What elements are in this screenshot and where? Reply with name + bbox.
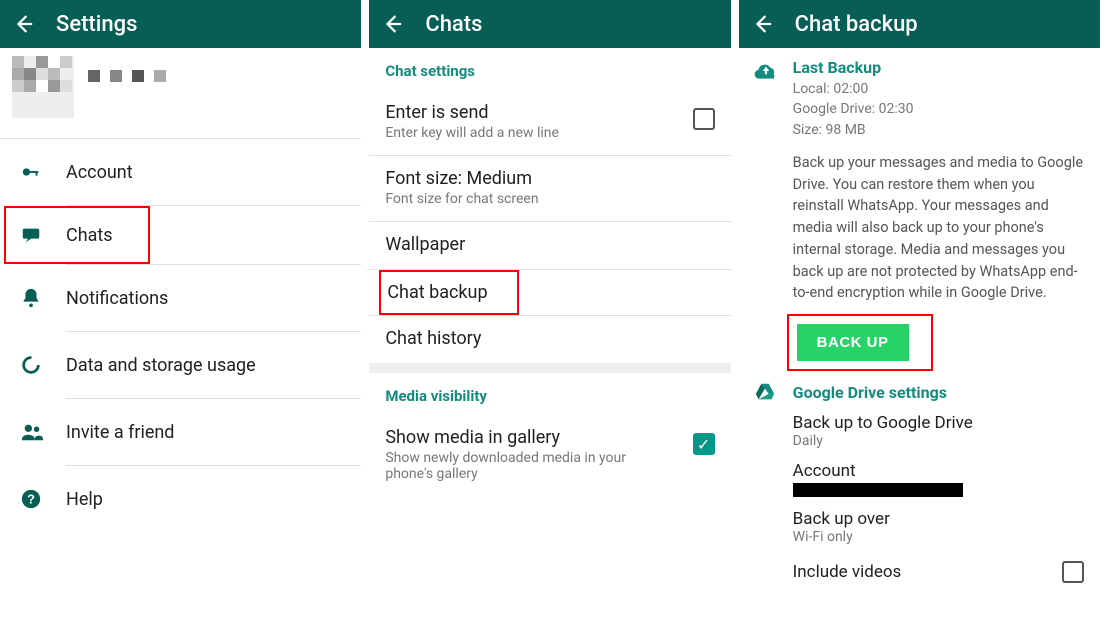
pref-wallpaper[interactable]: Wallpaper [369, 222, 730, 269]
back-icon[interactable] [381, 13, 403, 35]
panel-chats: Chats Chat settings Enter is send Enter … [369, 0, 738, 629]
pref-title: Include videos [793, 562, 902, 582]
pref-include-videos[interactable]: Include videos [739, 551, 1100, 587]
highlight-chats: Chats [4, 206, 150, 264]
pref-sub: Daily [793, 433, 1086, 449]
last-backup-header: Last Backup [793, 58, 1086, 77]
settings-item-chats[interactable]: Chats [6, 210, 148, 260]
section-media-visibility: Media visibility [369, 373, 730, 415]
pref-chat-backup[interactable]: Chat backup [387, 282, 511, 303]
pref-sub: Enter key will add a new line [385, 125, 714, 141]
pref-account[interactable]: Account [739, 455, 1100, 503]
settings-item-invite[interactable]: Invite a friend [0, 399, 361, 465]
settings-item-label: Notifications [58, 288, 168, 309]
appbar-title: Settings [56, 12, 137, 37]
backup-description: Back up your messages and media to Googl… [793, 152, 1086, 304]
last-backup-local: Local: 02:00 [793, 79, 1086, 99]
appbar-title: Chats [425, 12, 482, 37]
pref-enter-send[interactable]: Enter is send Enter key will add a new l… [369, 90, 730, 155]
svg-text:?: ? [27, 492, 35, 507]
pref-title: Chat history [385, 328, 714, 349]
last-backup-size: Size: 98 MB [793, 120, 1086, 140]
settings-item-label: Account [58, 162, 133, 183]
pref-title: Back up over [793, 509, 1086, 529]
highlight-backup-button: BACK UP [787, 314, 933, 371]
pref-title: Enter is send [385, 102, 714, 123]
settings-item-account[interactable]: Account [0, 139, 361, 205]
pref-backup-to-drive[interactable]: Back up to Google Drive Daily [739, 407, 1100, 455]
checkbox-checked[interactable]: ✓ [693, 433, 715, 455]
google-drive-icon [753, 381, 783, 403]
pref-font-size[interactable]: Font size: Medium Font size for chat scr… [369, 156, 730, 221]
settings-item-label: Data and storage usage [58, 355, 256, 376]
back-icon[interactable] [751, 13, 773, 35]
pref-backup-over[interactable]: Back up over Wi-Fi only [739, 503, 1100, 551]
settings-item-label: Chats [58, 225, 113, 246]
pref-title: Show media in gallery [385, 427, 714, 448]
key-icon [20, 161, 58, 183]
settings-item-data-usage[interactable]: Data and storage usage [0, 332, 361, 398]
pref-sub: Show newly downloaded media in your phon… [385, 450, 635, 482]
data-usage-icon [20, 354, 58, 376]
gdrive-settings-header: Google Drive settings [783, 383, 947, 402]
avatar [12, 56, 74, 118]
appbar-title: Chat backup [795, 12, 918, 37]
pref-title: Wallpaper [385, 234, 714, 255]
back-icon[interactable] [12, 13, 34, 35]
panel-chat-backup: Chat backup Last Backup Local: 02:00 Goo… [739, 0, 1108, 629]
settings-item-label: Help [58, 489, 103, 510]
appbar-backup: Chat backup [739, 0, 1100, 48]
appbar-settings: Settings [0, 0, 361, 48]
pref-title: Font size: Medium [385, 168, 714, 189]
checkbox[interactable] [1062, 561, 1084, 583]
checkbox[interactable] [693, 108, 715, 130]
chat-icon [20, 224, 58, 246]
bell-icon [20, 287, 58, 309]
help-icon: ? [20, 488, 58, 510]
pref-sub: Font size for chat screen [385, 191, 714, 207]
panel-settings: Settings Accou [0, 0, 369, 629]
backup-button[interactable]: BACK UP [797, 324, 909, 361]
pref-show-media[interactable]: Show media in gallery Show newly downloa… [369, 415, 730, 496]
section-chat-settings: Chat settings [369, 48, 730, 90]
appbar-chats: Chats [369, 0, 730, 48]
pref-title: Account [793, 461, 1086, 481]
settings-item-label: Invite a friend [58, 422, 174, 443]
profile-block[interactable] [0, 48, 361, 138]
settings-item-help[interactable]: ? Help [0, 466, 361, 532]
pref-chat-history[interactable]: Chat history [369, 316, 730, 363]
redacted-account [793, 483, 963, 497]
settings-item-notifications[interactable]: Notifications [0, 265, 361, 331]
pref-sub: Wi-Fi only [793, 529, 1086, 545]
highlight-chat-backup: Chat backup [379, 270, 519, 315]
people-icon [20, 421, 58, 443]
pref-title: Back up to Google Drive [793, 413, 1086, 433]
cloud-upload-icon [753, 58, 783, 371]
last-backup-gdrive: Google Drive: 02:30 [793, 99, 1086, 119]
